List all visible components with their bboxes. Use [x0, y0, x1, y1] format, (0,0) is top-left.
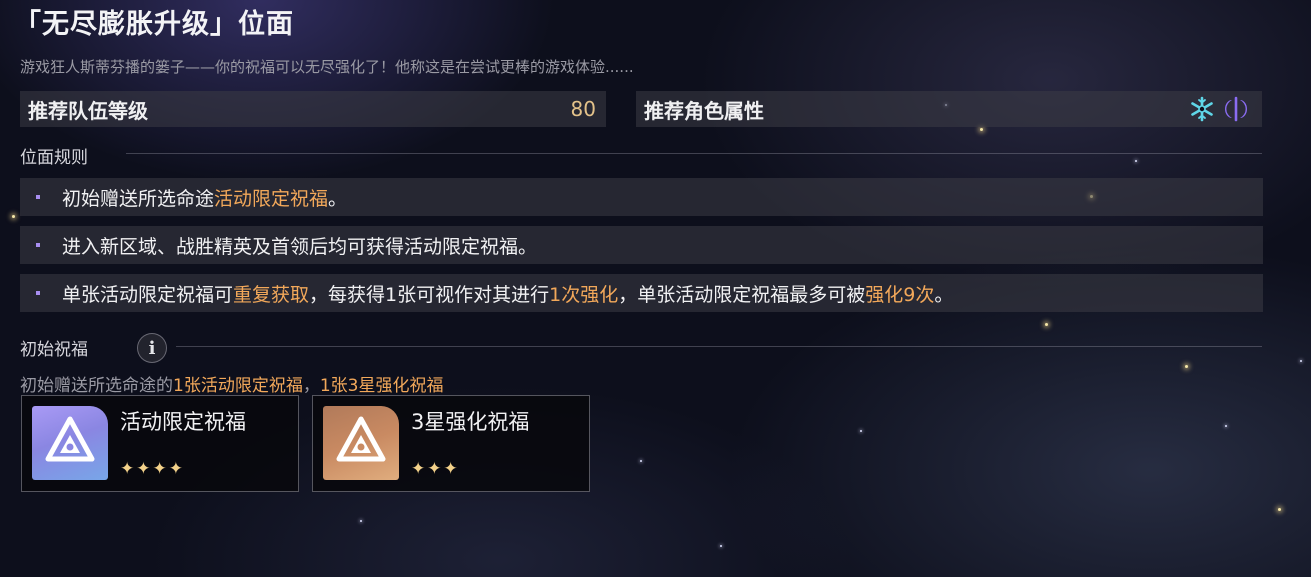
rarity-stars: ✦✦✦ [411, 459, 460, 479]
rule-item-3: 单张活动限定祝福可重复获取，每获得1张可视作对其进行1次强化，单张活动限定祝福最… [20, 274, 1263, 312]
blessing-emblem-icon [323, 406, 399, 480]
blessing-card-name: 活动限定祝福 [120, 410, 246, 434]
rule-text: 进入新区域、战胜精英及首领后均可获得活动限定祝福。 [62, 235, 538, 258]
rule-text: 单张活动限定祝福可重复获取，每获得1张可视作对其进行1次强化，单张活动限定祝福最… [62, 283, 954, 306]
page-subtitle: 游戏狂人斯蒂芬播的篓子——你的祝福可以无尽强化了！他称这是在尝试更棒的游戏体验.… [20, 58, 634, 76]
imaginary-element-icon[interactable] [1222, 95, 1250, 123]
ice-element-icon[interactable] [1188, 95, 1216, 123]
blessing-card-event-limited[interactable]: 活动限定祝福 ✦✦✦✦ [21, 395, 299, 492]
blessing-emblem-icon [32, 406, 108, 480]
rule-item-1: 初始赠送所选命途活动限定祝福。 [20, 178, 1263, 216]
rules-divider [126, 153, 1262, 154]
initial-blessing-description: 初始赠送所选命途的1张活动限定祝福，1张3星强化祝福 [20, 376, 444, 396]
initial-blessing-divider [176, 346, 1262, 347]
initial-blessing-heading: 初始祝福 [20, 340, 88, 360]
rarity-stars: ✦✦✦✦ [120, 459, 185, 479]
bullet-icon [36, 291, 40, 295]
rules-heading: 位面规则 [20, 148, 88, 168]
recommended-attribute-label: 推荐角色属性 [644, 98, 764, 123]
recommended-attribute-box: 推荐角色属性 [636, 91, 1262, 127]
recommended-level-box: 推荐队伍等级 80 [20, 91, 606, 127]
info-icon[interactable]: i [137, 333, 167, 363]
bullet-icon [36, 195, 40, 199]
rule-text: 初始赠送所选命途活动限定祝福。 [62, 187, 348, 210]
blessing-card-3star-enhance[interactable]: 3星强化祝福 ✦✦✦ [312, 395, 590, 492]
blessing-card-name: 3星强化祝福 [411, 410, 530, 434]
recommended-level-label: 推荐队伍等级 [28, 98, 148, 123]
recommended-level-value: 80 [570, 97, 596, 121]
rule-item-2: 进入新区域、战胜精英及首领后均可获得活动限定祝福。 [20, 226, 1263, 264]
page-title: 「无尽膨胀升级」位面 [14, 9, 294, 40]
bullet-icon [36, 243, 40, 247]
